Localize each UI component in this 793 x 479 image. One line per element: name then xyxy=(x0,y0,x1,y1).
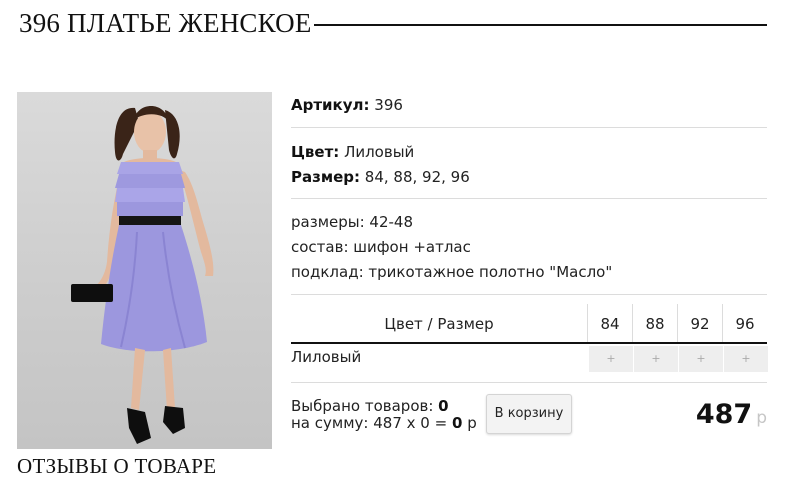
divider xyxy=(291,198,767,199)
divider xyxy=(291,382,767,383)
article-value: 396 xyxy=(374,96,403,114)
size-value: 84, 88, 92, 96 xyxy=(364,168,470,186)
quantity-add-88[interactable]: + xyxy=(633,346,678,372)
grid-header-label: Цвет / Размер xyxy=(384,315,494,333)
color-row: Цвет: Лиловый xyxy=(291,143,767,161)
divider xyxy=(291,127,767,128)
divider xyxy=(291,294,767,295)
size-header-96: 96 xyxy=(735,315,755,333)
sum-line: на сумму: 487 x 0 = 0 р xyxy=(291,415,477,432)
price-value: 487 xyxy=(695,399,753,430)
quantity-add-84[interactable]: + xyxy=(588,346,633,372)
order-summary: Выбрано товаров: 0 на сумму: 487 x 0 = 0… xyxy=(291,398,477,432)
sum-expression: 487 x 0 = xyxy=(373,414,448,432)
price-currency: р xyxy=(756,408,767,428)
size-header-92: 92 xyxy=(690,315,710,333)
sum-label: на сумму: xyxy=(291,414,369,432)
color-label: Цвет: xyxy=(291,143,340,161)
size-header-88: 88 xyxy=(645,315,665,333)
quantity-add-96[interactable]: + xyxy=(723,346,768,372)
grid-row-color: Лиловый xyxy=(291,348,362,366)
product-photo[interactable] xyxy=(17,92,272,449)
grid-header-rule xyxy=(291,342,767,344)
page-header: 396 ПЛАТЬЕ ЖЕНСКОЕ xyxy=(19,6,767,40)
page-title: 396 ПЛАТЬЕ ЖЕНСКОЕ xyxy=(19,7,312,38)
quantity-add-92[interactable]: + xyxy=(678,346,723,372)
description-line: подклад: трикотажное полотно "Масло" xyxy=(291,263,613,281)
sum-total: 0 xyxy=(451,414,463,432)
description-line: размеры: 42-48 xyxy=(291,213,414,231)
article-row: Артикул: 396 xyxy=(291,96,767,114)
size-label: Размер: xyxy=(291,168,361,186)
color-value: Лиловый xyxy=(344,143,415,161)
selected-label: Выбрано товаров: xyxy=(291,397,434,415)
description-line: состав: шифон +атлас xyxy=(291,238,471,256)
reviews-heading: ОТЗЫВЫ О ТОВАРЕ xyxy=(17,454,217,478)
selected-count-line: Выбрано товаров: 0 xyxy=(291,398,477,415)
add-to-cart-button[interactable]: В корзину xyxy=(486,394,572,434)
title-divider xyxy=(313,24,767,26)
size-grid-header: Цвет / Размер 84 88 92 96 xyxy=(291,304,767,342)
product-price: 487 р xyxy=(696,399,767,430)
selected-count: 0 xyxy=(438,397,449,415)
size-row: Размер: 84, 88, 92, 96 xyxy=(291,168,767,186)
article-label: Артикул: xyxy=(291,96,370,114)
size-header-84: 84 xyxy=(600,315,620,333)
sum-currency: р xyxy=(467,414,477,432)
